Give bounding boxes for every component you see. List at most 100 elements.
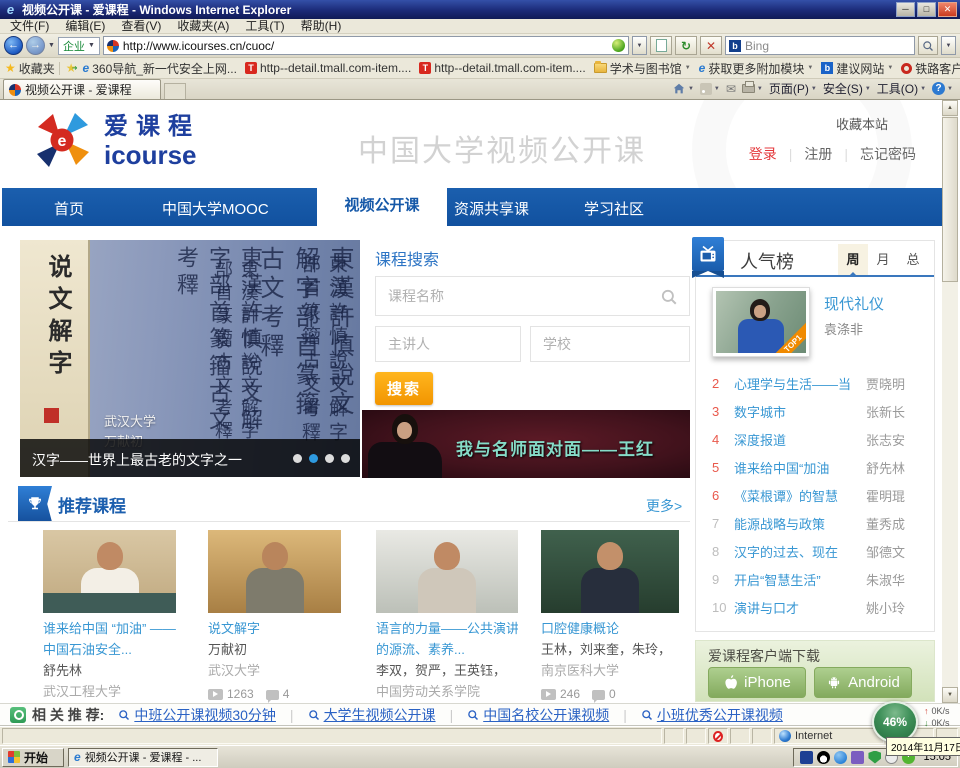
tray-icon-app[interactable] <box>851 751 864 764</box>
course-link[interactable]: 《菜根谭》的智慧 <box>734 486 866 505</box>
read-mail-button[interactable] <box>726 82 736 96</box>
minimize-button[interactable] <box>896 2 915 17</box>
refresh-button[interactable] <box>675 36 697 55</box>
safety-menu[interactable]: 安全(S) <box>823 80 871 97</box>
nav-shared-resources[interactable]: 资源共享课 <box>454 198 529 219</box>
related-link[interactable]: 大学生视频公开课 <box>308 705 436 725</box>
web-search-input[interactable] <box>745 39 911 53</box>
favorites-label[interactable]: 收藏夹 <box>19 60 55 77</box>
help-button[interactable] <box>932 82 953 95</box>
tray-icon-app[interactable] <box>800 751 813 764</box>
course-link[interactable]: 演讲与口才 <box>734 598 866 617</box>
favorites-item[interactable]: 获取更多附加模块 <box>695 60 818 77</box>
more-link[interactable]: 更多> <box>646 496 682 516</box>
menu-file[interactable]: 文件(F) <box>2 19 57 33</box>
course-thumbnail[interactable] <box>43 530 176 613</box>
course-title-link[interactable]: 谁来给中国 “加油” —— <box>43 618 176 639</box>
teacher-input[interactable] <box>375 326 521 362</box>
nav-community[interactable]: 学习社区 <box>584 198 644 219</box>
login-link[interactable]: 登录 <box>749 144 777 164</box>
school-input[interactable] <box>530 326 690 362</box>
favorites-item[interactable]: 建议网站 <box>817 60 897 77</box>
register-link[interactable]: 注册 <box>804 144 832 164</box>
feature-banner[interactable]: 我与名师面对面——王红 <box>362 410 690 478</box>
course-link[interactable]: 心理学与生活——当 <box>734 374 866 393</box>
slider-dot[interactable] <box>325 454 334 463</box>
tray-icon-security-shield[interactable] <box>868 751 881 764</box>
ranking-tab-month[interactable]: 月 <box>868 244 898 275</box>
url-input[interactable] <box>123 38 608 54</box>
vertical-scrollbar[interactable] <box>942 100 958 703</box>
menu-favorites[interactable]: 收藏夹(A) <box>169 19 237 33</box>
close-button[interactable] <box>938 2 957 17</box>
hero-slider[interactable]: 東漢許慎說文解字部首篆籀古文考釋 東漢許慎說文解字部首篆籀古文考釋 東漢許慎說文… <box>20 240 360 477</box>
web-search-button[interactable] <box>918 36 938 55</box>
course-link[interactable]: 能源战略与政策 <box>734 514 866 533</box>
tools-menu[interactable]: 工具(O) <box>877 80 926 97</box>
compatibility-view-button[interactable] <box>650 36 672 55</box>
zone-selector[interactable]: 企业 <box>58 37 100 55</box>
course-link[interactable]: 数字城市 <box>734 402 866 421</box>
new-tab-button[interactable] <box>164 83 186 99</box>
course-title-link[interactable]: 语言的力量——公共演讲 <box>376 618 518 639</box>
taskbar-task-ie[interactable]: 视频公开课 - 爱课程 - ... <box>68 748 218 767</box>
scrollbar-thumb[interactable] <box>942 117 958 282</box>
url-dropdown-button[interactable] <box>632 36 647 55</box>
menu-view[interactable]: 查看(V) <box>113 19 169 33</box>
course-link[interactable]: 开启“智慧生活” <box>734 570 866 589</box>
course-title-link[interactable]: 口腔健康概论 <box>541 618 679 639</box>
course-thumbnail[interactable] <box>541 530 679 613</box>
search-options-button[interactable] <box>941 36 956 55</box>
scroll-down-button[interactable] <box>942 687 958 703</box>
course-title-link[interactable]: 的源流、素养... <box>376 639 518 660</box>
forgot-password-link[interactable]: 忘记密码 <box>860 144 916 164</box>
slider-dot-active[interactable] <box>309 454 318 463</box>
course-link[interactable]: 谁来给中国“加油 <box>734 458 866 477</box>
slider-dot[interactable] <box>293 454 302 463</box>
scroll-up-button[interactable] <box>942 100 958 116</box>
tray-icon-network[interactable] <box>834 751 847 764</box>
menu-tools[interactable]: 工具(T) <box>237 19 292 33</box>
related-link[interactable]: 小班优秀公开课视频 <box>641 705 783 725</box>
favorites-item[interactable]: http--detail.tmall.com-item.... <box>241 61 415 75</box>
page-menu[interactable]: 页面(P) <box>769 80 817 97</box>
back-button[interactable] <box>4 36 23 55</box>
course-thumbnail[interactable] <box>208 530 341 613</box>
course-title-link[interactable]: 说文解字 <box>208 618 341 639</box>
nav-home[interactable]: 首页 <box>54 198 84 219</box>
course-link[interactable]: 深度报道 <box>734 430 866 449</box>
android-download-button[interactable]: Android <box>814 667 912 698</box>
related-link[interactable]: 中国名校公开课视频 <box>467 705 609 725</box>
tray-icon-qq[interactable] <box>817 751 830 764</box>
nav-mooc[interactable]: 中国大学MOOC <box>162 198 269 219</box>
stop-button[interactable] <box>700 36 722 55</box>
iphone-download-button[interactable]: iPhone <box>708 667 806 698</box>
nav-open-video-active[interactable]: 视频公开课 <box>317 183 447 226</box>
favorites-folder[interactable]: 学术与图书馆 <box>590 60 695 77</box>
menu-help[interactable]: 帮助(H) <box>293 19 350 33</box>
course-thumbnail[interactable] <box>376 530 518 613</box>
rank-top-thumbnail[interactable]: TOP1 <box>712 287 810 357</box>
favorites-item[interactable]: http--detail.tmall.com-item.... <box>415 61 589 75</box>
related-link[interactable]: 中班公开课视频30分钟 <box>118 705 276 725</box>
start-button[interactable]: 开始 <box>2 748 64 767</box>
maximize-button[interactable] <box>917 2 936 17</box>
rank-top-course-link[interactable]: 现代礼仪 <box>824 293 884 314</box>
ranking-tab-total[interactable]: 总 <box>898 244 928 275</box>
ranking-tab-week[interactable]: 周 <box>838 244 868 275</box>
home-button[interactable] <box>672 82 694 96</box>
favorites-item[interactable]: 360导航_新一代安全上网... <box>79 60 241 77</box>
menu-edit[interactable]: 编辑(E) <box>57 19 113 33</box>
collect-site-link[interactable]: 收藏本站 <box>836 114 888 133</box>
favorites-item[interactable]: 铁路客户服务中心 <box>897 60 960 77</box>
site-logo[interactable]: e 爱课程 icourse <box>32 110 200 170</box>
course-title-link[interactable]: 中国石油安全... <box>43 639 176 660</box>
slider-caption[interactable]: 汉字——世界上最古老的文字之一 <box>32 450 242 470</box>
forward-button[interactable] <box>26 36 45 55</box>
course-name-input[interactable] <box>375 276 690 316</box>
feeds-button[interactable] <box>700 83 720 95</box>
print-button[interactable] <box>742 84 763 93</box>
add-favorite-icon[interactable] <box>66 61 77 75</box>
search-button[interactable]: 搜索 <box>375 372 433 405</box>
tab-active[interactable]: 视频公开课 - 爱课程 <box>3 79 161 99</box>
